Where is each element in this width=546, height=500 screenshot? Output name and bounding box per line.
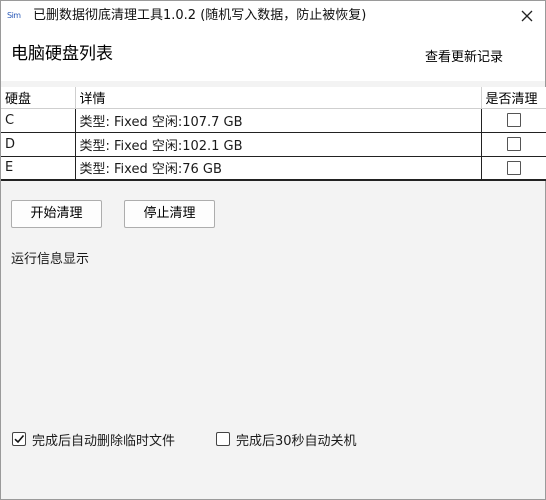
header-panel: 电脑硬盘列表 查看更新记录 bbox=[1, 31, 545, 81]
close-icon bbox=[521, 10, 533, 22]
disk-cell: D bbox=[1, 131, 76, 157]
close-button[interactable] bbox=[509, 1, 545, 31]
clean-checkbox[interactable] bbox=[507, 137, 522, 151]
column-header-clean[interactable]: 是否清理 bbox=[481, 87, 546, 109]
detail-cell: 类型: Fixed 空闲:102.1 GB bbox=[74, 131, 482, 157]
log-output-label: 运行信息显示 bbox=[11, 252, 90, 267]
auto-delete-temp-checkbox[interactable] bbox=[12, 432, 26, 446]
app-logo-icon: Sim bbox=[7, 11, 21, 20]
stop-clean-button[interactable]: 停止清理 bbox=[124, 200, 215, 228]
clean-checkbox[interactable] bbox=[507, 160, 522, 175]
auto-delete-temp-label: 完成后自动删除临时文件 bbox=[32, 433, 176, 449]
auto-shutdown-label: 完成后30秒自动关机 bbox=[236, 433, 357, 449]
checkmark-icon bbox=[14, 434, 25, 444]
clean-checkbox[interactable] bbox=[507, 113, 522, 127]
table-header-row: 硬盘 详情 是否清理 bbox=[1, 87, 546, 109]
window-title: 已删数据彻底清理工具1.0.2 (随机写入数据，防止被恢复) bbox=[33, 8, 367, 23]
table-row[interactable]: E 类型: Fixed 空闲:76 GB bbox=[1, 155, 546, 181]
table-row[interactable]: C 类型: Fixed 空闲:107.7 GB bbox=[1, 107, 546, 133]
auto-delete-temp-option[interactable]: 完成后自动删除临时文件 bbox=[12, 431, 176, 449]
page-title: 电脑硬盘列表 bbox=[11, 44, 113, 64]
disk-cell: E bbox=[1, 155, 76, 181]
disk-list-table: 硬盘 详情 是否清理 C 类型: Fixed 空闲:107.7 GB D 类型:… bbox=[1, 87, 546, 181]
clean-cell bbox=[480, 155, 546, 181]
main-content: 电脑硬盘列表 查看更新记录 硬盘 详情 是否清理 C 类型: Fixed 空闲:… bbox=[1, 31, 546, 499]
auto-shutdown-checkbox[interactable] bbox=[216, 432, 230, 446]
clean-cell bbox=[480, 107, 546, 133]
clean-cell bbox=[480, 131, 546, 157]
column-header-detail[interactable]: 详情 bbox=[75, 87, 482, 109]
start-clean-button[interactable]: 开始清理 bbox=[11, 200, 102, 228]
column-header-disk[interactable]: 硬盘 bbox=[1, 87, 76, 109]
detail-cell: 类型: Fixed 空闲:76 GB bbox=[74, 155, 482, 181]
app-window: Sim 已删数据彻底清理工具1.0.2 (随机写入数据，防止被恢复) 电脑硬盘列… bbox=[0, 0, 546, 500]
disk-cell: C bbox=[1, 107, 76, 133]
detail-cell: 类型: Fixed 空闲:107.7 GB bbox=[74, 107, 482, 133]
view-update-log-link[interactable]: 查看更新记录 bbox=[425, 49, 503, 67]
title-bar[interactable]: Sim 已删数据彻底清理工具1.0.2 (随机写入数据，防止被恢复) bbox=[1, 1, 545, 31]
table-row[interactable]: D 类型: Fixed 空闲:102.1 GB bbox=[1, 131, 546, 157]
auto-shutdown-option[interactable]: 完成后30秒自动关机 bbox=[216, 431, 357, 449]
